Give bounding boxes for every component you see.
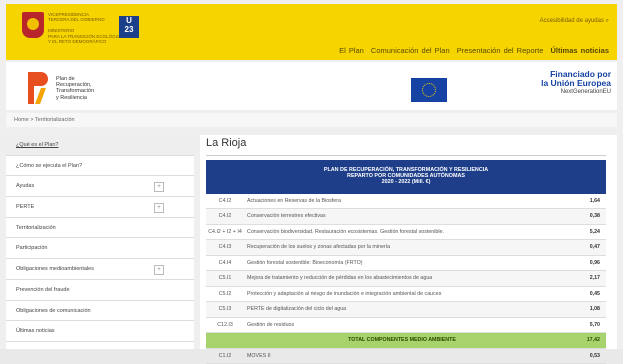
expand-icon[interactable]: + — [154, 265, 164, 276]
sidebar-item-label: Territorialización — [16, 224, 56, 231]
row-code: C4.I2 — [218, 213, 232, 220]
sidebar-item-obligaciones-comunicacion[interactable]: Obligaciones de comunicación — [6, 301, 194, 322]
main-content: La Rioja PLAN DE RECUPERACIÓN, TRANSFORM… — [200, 135, 617, 364]
row-value: 2,17 — [589, 275, 600, 282]
breadcrumb[interactable]: Home > Territorialización — [6, 113, 617, 127]
total-value: 17,42 — [586, 337, 600, 344]
sidebar-item-label: Obligaciones de comunicación — [16, 307, 91, 314]
sidebar-item-label: Participación — [16, 245, 48, 252]
eu-funding-logo: Financiado por la Unión Europea NextGene… — [411, 70, 611, 106]
row-description: Recuperación de los suelos y zonas afect… — [247, 244, 391, 251]
table-row: C1.I2 MOVES II 0,53 — [206, 349, 606, 364]
table-row: C4.I2 Conservación terrestres efectivas 0,… — [206, 209, 606, 225]
row-description: Gestión de residuos — [247, 321, 295, 328]
sidebar-item-label: ¿Qué es el Plan? — [16, 142, 59, 148]
table-row: C4.I2 Actuaciones en Reservas de la Biosf… — [206, 194, 606, 210]
row-value: 0,53 — [589, 352, 600, 359]
sidebar-item-label: Prevención del fraude — [16, 286, 70, 293]
sidebar-menu: ¿Qué es el Plan? ¿Cómo se ejecuta el Pla… — [6, 135, 194, 349]
table-header: PLAN DE RECUPERACIÓN, TRANSFORMACIÓN Y R… — [206, 160, 606, 194]
total-row: TOTAL COMPONENTES MEDIO AMBIENTE 17,42 — [206, 333, 606, 349]
nav-comunicacion[interactable]: Comunicación del Plan — [371, 46, 450, 55]
row-value: 0,47 — [589, 244, 600, 251]
top-navigation: El Plan Comunicación del Plan Presentaci… — [335, 46, 609, 55]
row-value: 0,45 — [589, 290, 600, 297]
table-title-line3: 2020 - 2022 (Mill. €) — [381, 179, 431, 186]
row-code: C4.I3 — [218, 244, 232, 251]
table-row: C4.I4 Gestión forestal sostenible: Bioeco… — [206, 256, 606, 272]
prtr-logo[interactable]: Plan de Recuperación, Transformación y R… — [26, 72, 136, 106]
row-code: C12.I3 — [217, 321, 233, 328]
sidebar-item-territorializacion[interactable]: Territorialización — [6, 218, 194, 239]
row-description: Mejora de tratamiento y reducción de pér… — [247, 275, 433, 282]
sidebar-item-como-se-ejecuta[interactable]: ¿Cómo se ejecuta el Plan? — [6, 156, 194, 177]
table-row: C4.I3 Recuperación de los suelos y zonas … — [206, 240, 606, 256]
sidebar-item-obligaciones-medio[interactable]: Obligaciones medioambientales + — [6, 259, 194, 280]
government-logo[interactable]: VICEPRESIDENCIA TERCERA DEL GOBIERNO MIN… — [22, 12, 132, 52]
ministry-name: VICEPRESIDENCIA TERCERA DEL GOBIERNO MIN… — [48, 12, 124, 45]
row-code: C4.I4 — [218, 259, 232, 266]
row-code: C1.I2 — [218, 352, 232, 359]
eu-funded-line2: la Unión Europea — [541, 78, 611, 88]
sidebar-item-label: PERTE — [16, 204, 35, 211]
row-description: Actuaciones en Reservas de la Biosfera — [247, 197, 341, 204]
sidebar-item-participacion[interactable]: Participación — [6, 238, 194, 260]
row-code: C5.I1 — [218, 275, 232, 282]
expand-icon[interactable]: + — [154, 203, 164, 214]
distribution-table: PLAN DE RECUPERACIÓN, TRANSFORMACIÓN Y R… — [206, 160, 606, 364]
table-row: C5.I2 Protección y adaptación al riesgo d… — [206, 287, 606, 303]
row-code: C5.I3 — [218, 306, 232, 313]
table-row: C12.I3 Gestión de residuos 5,70 — [206, 318, 606, 334]
page-title: La Rioja — [206, 137, 247, 149]
sidebar-item-perte[interactable]: PERTE + — [6, 197, 194, 218]
table-row: C4.I2 + I2 + I4 Conservación biodiversida… — [206, 225, 606, 241]
sidebar-item-label: Obligaciones medioambientales — [16, 266, 94, 273]
page: VICEPRESIDENCIA TERCERA DEL GOBIERNO MIN… — [0, 0, 623, 364]
sidebar-item-label: ¿Cómo se ejecuta el Plan? — [16, 162, 83, 169]
row-description: Gestión forestal sostenible: Bioeconomía… — [247, 259, 363, 266]
prtr-logo-text: Plan de Recuperación, Transformación y R… — [56, 76, 95, 101]
row-description: Protección y adaptación al riesgo de inu… — [247, 290, 442, 297]
row-value: 0,96 — [589, 259, 600, 266]
row-code: C4.I2 — [218, 197, 232, 204]
nav-el-plan[interactable]: El Plan — [339, 46, 364, 55]
top-header: VICEPRESIDENCIA TERCERA DEL GOBIERNO MIN… — [6, 4, 617, 60]
row-description: PERTE de digitalización del ciclo del ag… — [247, 306, 347, 313]
row-description: MOVES II — [247, 352, 271, 359]
row-value: 1,08 — [589, 306, 600, 313]
coat-of-arms-icon — [22, 12, 44, 38]
accessibility-link[interactable]: Accesibilidad de ayudas ⌕ — [540, 18, 609, 25]
eu-presidency-logo: U 23 — [119, 16, 139, 38]
table-row: C5.I3 PERTE de digitalización del ciclo d… — [206, 302, 606, 318]
nav-presentacion[interactable]: Presentación del Reporte — [457, 46, 544, 55]
row-code: C4.I2 + I2 + I4 — [208, 228, 242, 235]
divider — [206, 155, 606, 156]
row-description: Conservación biodiversidad. Restauración… — [247, 228, 444, 235]
sidebar-item-que-es[interactable]: ¿Qué es el Plan? — [6, 135, 194, 156]
eu-flag-icon — [411, 78, 447, 102]
row-value: 5,70 — [589, 321, 600, 328]
search-icon[interactable]: ⌕ — [606, 18, 609, 24]
sidebar-item-label: Últimas noticias — [16, 328, 55, 335]
row-value: 1,64 — [589, 197, 600, 204]
expand-icon[interactable]: + — [154, 182, 164, 193]
row-value: 0,38 — [589, 213, 600, 220]
nav-noticias[interactable]: Últimas noticias — [550, 46, 609, 55]
sidebar-item-label: Ayudas — [16, 183, 35, 190]
row-value: 5,24 — [589, 228, 600, 235]
sidebar-item-ayudas[interactable]: Ayudas + — [6, 176, 194, 198]
total-label: TOTAL COMPONENTES MEDIO AMBIENTE — [348, 337, 456, 344]
eu-funded-line3: NextGenerationEU — [560, 89, 611, 95]
brand-bar: Plan de Recuperación, Transformación y R… — [6, 62, 617, 110]
table-row: C5.I1 Mejora de tratamiento y reducción d… — [206, 271, 606, 287]
row-description: Conservación terrestres efectivas — [247, 213, 326, 220]
sidebar-item-ultimas-noticias[interactable]: Últimas noticias — [6, 321, 194, 342]
prtr-logo-icon — [26, 72, 52, 104]
sidebar-item-prevencion-fraude[interactable]: Prevención del fraude — [6, 280, 194, 301]
row-code: C5.I2 — [218, 290, 232, 297]
